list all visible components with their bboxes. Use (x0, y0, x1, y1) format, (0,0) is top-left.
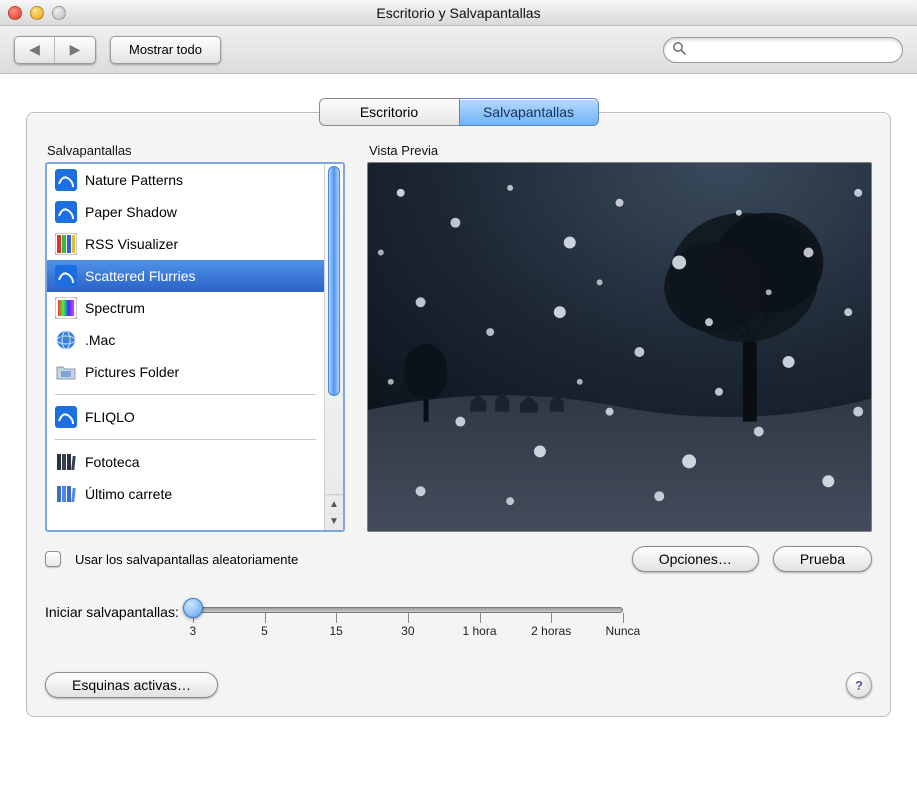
preview-image (368, 163, 871, 531)
slider-tick (336, 613, 337, 623)
list-item-label: Nature Patterns (85, 172, 183, 188)
slider-tick (480, 613, 481, 623)
random-screensaver-checkbox[interactable] (45, 551, 61, 567)
search-field[interactable] (663, 37, 903, 63)
list-item-label: FLIQLO (85, 409, 135, 425)
slider-tick-label: 3 (190, 624, 197, 638)
list-item[interactable]: Paper Shadow (47, 196, 324, 228)
list-item[interactable]: Último carrete (47, 478, 324, 510)
help-icon: ? (855, 678, 863, 693)
scroll-up-icon[interactable]: ▲ (325, 495, 343, 513)
list-item[interactable]: Pictures Folder (47, 356, 324, 388)
list-item[interactable]: .Mac (47, 324, 324, 356)
list-item-label: .Mac (85, 332, 115, 348)
list-item-label: RSS Visualizer (85, 236, 178, 252)
slider-tick-label: 5 (261, 624, 268, 638)
test-button[interactable]: Prueba (773, 546, 872, 572)
list-item[interactable]: Spectrum (47, 292, 324, 324)
swirl-blue-icon (55, 169, 77, 191)
slider-tick-label: Nunca (606, 624, 641, 638)
random-screensaver-label: Usar los salvapantallas aleatoriamente (75, 552, 298, 567)
spectrum-icon (55, 297, 77, 319)
back-button[interactable]: ◀ (15, 37, 55, 63)
titlebar: Escritorio y Salvapantallas (0, 0, 917, 26)
preview-header: Vista Previa (369, 143, 870, 158)
swirl-blue-icon (55, 406, 77, 428)
nav-back-forward: ◀ ▶ (14, 36, 96, 64)
rss-icon (55, 233, 77, 255)
slider-tick (408, 613, 409, 623)
show-all-button[interactable]: Mostrar todo (110, 36, 221, 64)
library-dark-icon (55, 451, 77, 473)
tabs: Escritorio Salvapantallas (26, 98, 891, 126)
swirl-blue-icon (55, 265, 77, 287)
list-header: Salvapantallas (47, 143, 343, 158)
slider-knob[interactable] (183, 598, 203, 618)
list-item[interactable]: RSS Visualizer (47, 228, 324, 260)
scroll-thumb[interactable] (328, 166, 340, 396)
list-separator (55, 394, 316, 395)
list-item-label: Spectrum (85, 300, 145, 316)
window-title: Escritorio y Salvapantallas (0, 5, 917, 21)
slider-tick-label: 2 horas (531, 624, 571, 638)
preview-area (367, 162, 872, 532)
list-item-label: Scattered Flurries (85, 268, 195, 284)
toolbar: ◀ ▶ Mostrar todo (0, 26, 917, 74)
hot-corners-button[interactable]: Esquinas activas… (45, 672, 218, 698)
options-button[interactable]: Opciones… (632, 546, 759, 572)
screensaver-panel: Salvapantallas Nature Patterns Paper Shad… (26, 112, 891, 717)
globe-icon (55, 329, 77, 351)
search-input[interactable] (692, 41, 894, 58)
list-item-label: Último carrete (85, 486, 172, 502)
tab-desktop[interactable]: Escritorio (319, 98, 459, 126)
slider-tick (265, 613, 266, 623)
preferences-window: Escritorio y Salvapantallas ◀ ▶ Mostrar … (0, 0, 917, 727)
list-item[interactable]: Fototeca (47, 446, 324, 478)
search-icon (672, 41, 686, 58)
forward-button[interactable]: ▶ (55, 37, 95, 63)
list-separator (55, 439, 316, 440)
start-delay-slider[interactable]: 3515301 hora2 horasNunca (193, 600, 623, 613)
list-item[interactable]: Scattered Flurries (47, 260, 324, 292)
tab-screensaver[interactable]: Salvapantallas (459, 98, 599, 126)
scroll-down-icon[interactable]: ▼ (325, 513, 343, 531)
slider-label: Iniciar salvapantallas: (45, 600, 179, 620)
slider-tick-label: 15 (330, 624, 343, 638)
list-item-label: Paper Shadow (85, 204, 177, 220)
help-button[interactable]: ? (846, 672, 872, 698)
slider-tick (551, 613, 552, 623)
library-blue-icon (55, 483, 77, 505)
list-item[interactable]: FLIQLO (47, 401, 324, 433)
list-item-label: Fototeca (85, 454, 139, 470)
slider-tick (623, 613, 624, 623)
list-item[interactable]: Nature Patterns (47, 164, 324, 196)
folder-icon (55, 361, 77, 383)
chevron-right-icon: ▶ (70, 41, 81, 57)
scrollbar[interactable]: ▲ ▼ (324, 164, 343, 530)
slider-tick-label: 30 (401, 624, 414, 638)
list-item-label: Pictures Folder (85, 364, 179, 380)
screensaver-list: Nature Patterns Paper Shadow RSS Visualize… (45, 162, 345, 532)
slider-tick-label: 1 hora (463, 624, 497, 638)
swirl-blue-icon (55, 201, 77, 223)
chevron-left-icon: ◀ (29, 41, 40, 57)
